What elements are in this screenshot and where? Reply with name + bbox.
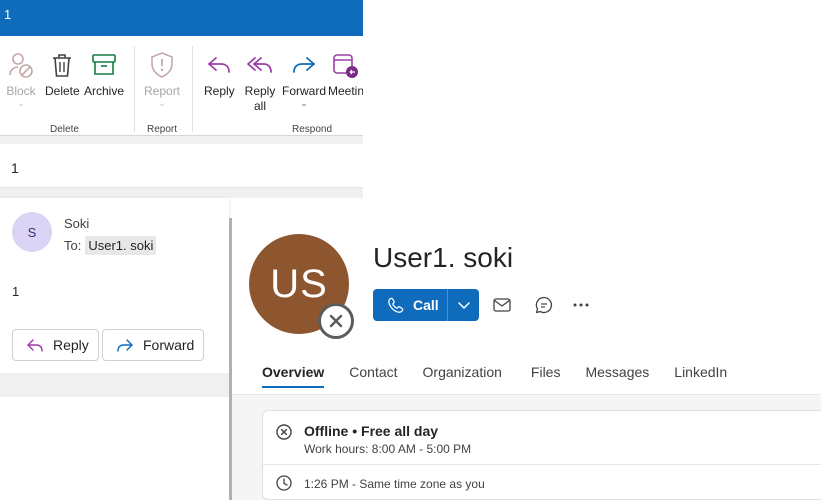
group-report-label: Report [147,124,178,135]
ribbon-toolbar: Block ⌄ Delete Archive Delete Report ⌄ R… [0,36,363,136]
pane-gap [0,188,363,198]
profile-card: US User1. soki Call Overview Contact Org… [232,218,821,500]
call-label: Call [413,297,439,313]
block-button[interactable]: Block ⌄ [6,50,36,108]
report-button[interactable]: Report ⌄ [144,50,181,108]
chevron-down-icon [457,302,470,309]
archive-button[interactable]: Archive [84,50,124,99]
delete-button[interactable]: Delete [45,50,80,99]
tab-linkedin[interactable]: LinkedIn [674,364,727,394]
meeting-label: Meetin [328,84,363,98]
tab-contact[interactable]: Contact [349,364,397,394]
tab-files[interactable]: Files [531,364,561,394]
forward-icon [117,339,133,352]
chat-icon [535,296,553,314]
phone-icon [388,297,404,313]
offline-status-icon [276,424,292,440]
profile-name: User1. soki [373,242,514,273]
report-label: Report [144,84,181,98]
mail-icon [493,298,511,312]
calendar-reply-icon [333,54,358,78]
ribbon-reply-all-button[interactable]: Reply all [244,50,276,114]
profile-tabs: Overview Contact Organization Files Mess… [262,364,752,394]
presence-offline-badge [318,303,354,339]
block-user-icon [9,53,33,78]
reply-label: Reply [204,84,235,98]
close-icon [329,314,343,328]
call-button[interactable]: Call [373,296,447,314]
ribbon-meeting-button[interactable]: Meetin [328,50,363,99]
card-divider [263,464,821,465]
reply-icon [27,339,43,352]
recipient-line: To: User1. soki [64,236,157,255]
ribbon-separator [134,46,135,132]
group-respond-label: Respond [292,124,333,135]
window-title: 1 [4,7,12,22]
forward-button[interactable]: Forward [102,329,204,361]
chat-button[interactable] [533,294,555,316]
window-title-bar: 1 [0,0,363,36]
pane-background [0,373,229,397]
availability-card: Offline • Free all day Work hours: 8:00 … [262,410,821,500]
call-split-button: Call [373,289,479,321]
sender-name[interactable]: Soki [64,216,89,231]
archive-label: Archive [84,84,125,98]
message-card: S Soki To: User1. soki 1 Reply Forward [0,198,229,373]
ribbon-forward-button[interactable]: Forward ⌄ [282,50,327,108]
tab-messages[interactable]: Messages [585,364,649,394]
more-horizontal-icon [573,303,589,307]
availability-status: Offline • Free all day [304,423,439,439]
shield-alert-icon [151,52,173,78]
email-subject: 1 [0,144,363,188]
chevron-down-icon: ⌄ [300,98,308,108]
tab-overview[interactable]: Overview [262,364,325,394]
chevron-down-icon: ⌄ [158,98,166,108]
chevron-down-icon: ⌄ [17,98,25,108]
reply-icon [208,57,231,73]
forward-icon [293,57,315,73]
sender-avatar[interactable]: S [12,212,52,252]
pane-gap [0,136,363,144]
reply-button[interactable]: Reply [12,329,99,361]
work-hours: Work hours: 8:00 AM - 5:00 PM [304,442,472,456]
message-body: 1 [12,284,20,299]
clock-icon [276,475,292,491]
call-options-dropdown[interactable] [448,297,479,313]
forward-button-label: Forward [143,337,195,353]
forward-label: Forward [282,84,327,98]
group-delete-label: Delete [50,124,79,135]
archive-icon [92,54,116,75]
to-label: To: [64,238,82,253]
ribbon-separator [192,46,193,132]
more-options-button[interactable] [570,294,592,316]
delete-label: Delete [45,84,80,98]
block-label: Block [6,84,36,98]
local-time: 1:26 PM - Same time zone as you [304,477,485,491]
reply-all-icon [247,57,272,73]
trash-icon [53,54,72,77]
reply-all-label: Reply all [244,84,276,113]
email-contact-button[interactable] [491,294,513,316]
tab-organization[interactable]: Organization [423,364,502,394]
ribbon-reply-button[interactable]: Reply [204,50,235,99]
reply-button-label: Reply [53,337,89,353]
recipient-chip[interactable]: User1. soki [85,236,157,255]
